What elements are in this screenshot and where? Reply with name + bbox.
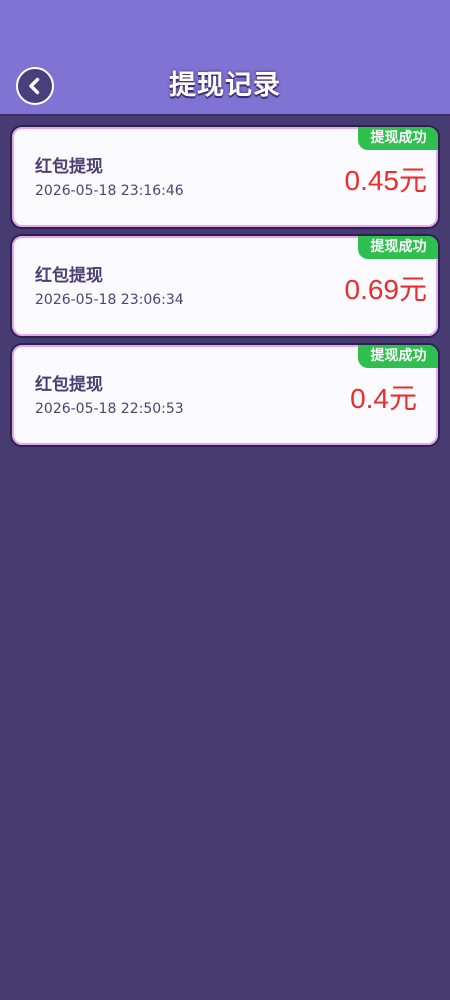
record-amount: 0.45元: [344, 165, 428, 196]
page-title: 提现记录: [169, 70, 281, 101]
status-badge: 提现成功: [358, 345, 438, 368]
header-bar: 提现记录: [0, 0, 450, 114]
record-amount: 0.69元: [344, 274, 428, 305]
record-time: 2026-05-18 23:06:34: [35, 292, 184, 308]
status-badge: 提现成功: [358, 127, 438, 150]
record-title: 红包提现: [35, 157, 103, 177]
record-title: 红包提现: [35, 375, 103, 395]
record-card[interactable]: 提现成功 红包提现 2026-05-18 22:50:53 0.4元: [10, 343, 440, 447]
record-time: 2026-05-18 23:16:46: [35, 183, 184, 199]
record-card[interactable]: 提现成功 红包提现 2026-05-18 23:06:34 0.69元: [10, 234, 440, 338]
record-card[interactable]: 提现成功 红包提现 2026-05-18 23:16:46 0.45元: [10, 125, 440, 229]
record-time: 2026-05-18 22:50:53: [35, 401, 184, 417]
status-badge: 提现成功: [358, 236, 438, 259]
record-list: 提现成功 红包提现 2026-05-18 23:16:46 0.45元 提现成功…: [10, 125, 440, 452]
record-amount: 0.4元: [350, 383, 417, 414]
record-title: 红包提现: [35, 266, 103, 286]
